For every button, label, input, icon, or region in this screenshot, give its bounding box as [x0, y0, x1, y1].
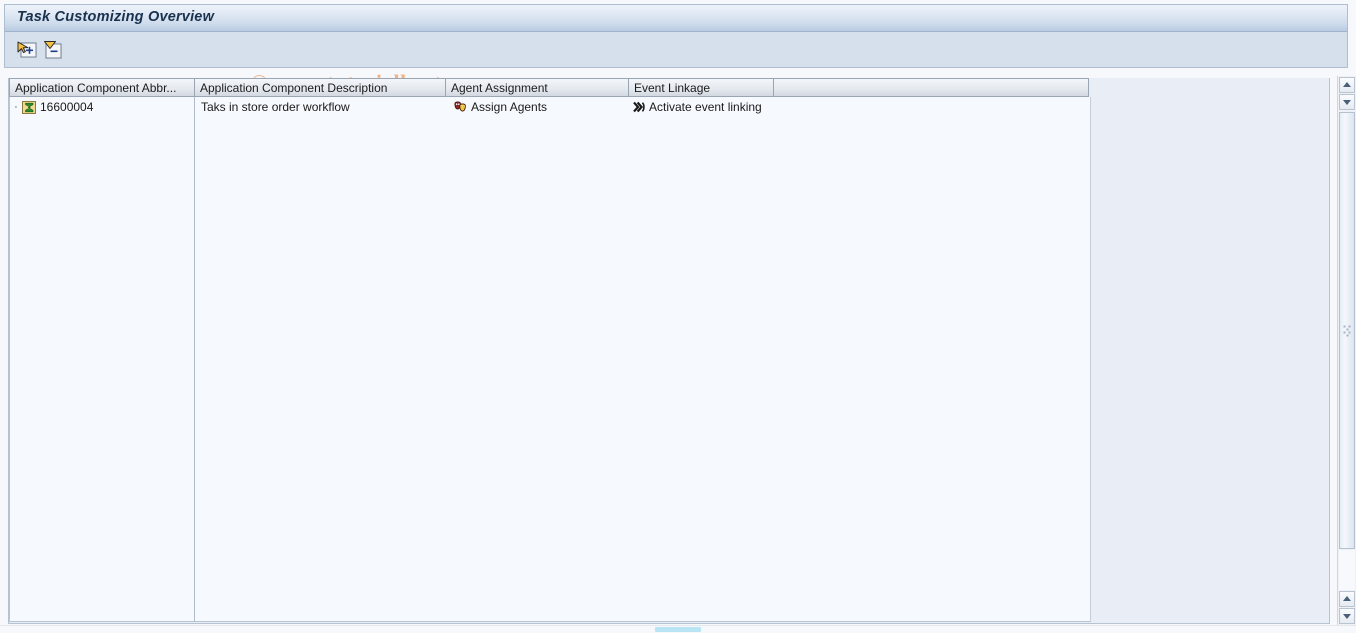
collapse-all-button[interactable]	[41, 38, 65, 62]
column-header-application-component-abbr[interactable]: Application Component Abbr...	[9, 78, 195, 97]
cell-event-linkage-text: Activate event linking	[649, 100, 762, 114]
cell-component-desc-text: Taks in store order workflow	[201, 100, 350, 114]
cell-component-abbr-text: 16600004	[40, 100, 94, 114]
horizontal-scroll-indicator[interactable]	[655, 627, 701, 632]
table-row[interactable]: · 16600004 Taks in store order workflow	[10, 97, 1090, 117]
triangle-down-icon	[1343, 100, 1351, 105]
scroll-up-button-top[interactable]	[1339, 77, 1355, 93]
task-customizing-grid: Application Component Abbr... Applicatio…	[8, 78, 1330, 624]
tree-leaf-bullet: ·	[14, 101, 18, 113]
cell-agent-assignment-text: Assign Agents	[471, 100, 548, 114]
scroll-down-button-bottom[interactable]	[1339, 608, 1355, 624]
expand-all-icon	[17, 41, 37, 58]
application-toolbar: © www.tutorialkart.com	[4, 32, 1348, 95]
bottom-separator	[0, 625, 1356, 626]
event-linkage-icon	[632, 100, 646, 114]
grid-header-row: Application Component Abbr... Applicatio…	[9, 78, 1091, 97]
column-header-event-linkage[interactable]: Event Linkage	[628, 78, 774, 97]
grid-body: · 16600004 Taks in store order workflow	[9, 97, 1091, 622]
scrollbar-track-lower[interactable]	[1339, 550, 1355, 590]
sap-application-window: Task Customizing Overview © www.tutorial…	[0, 0, 1356, 633]
column-header-application-component-description[interactable]: Application Component Description	[194, 78, 446, 97]
cell-agent-assignment[interactable]: Assign Agents	[448, 97, 630, 117]
scroll-down-button-top[interactable]	[1339, 94, 1355, 110]
column-divider[interactable]	[194, 97, 195, 622]
expand-all-button[interactable]	[15, 38, 39, 62]
triangle-up-icon	[1343, 596, 1351, 601]
workflow-task-sigma-icon	[22, 100, 37, 115]
column-header-agent-assignment[interactable]: Agent Assignment	[445, 78, 629, 97]
triangle-down-icon	[1343, 614, 1351, 619]
page-title: Task Customizing Overview	[17, 9, 215, 25]
collapse-all-icon	[44, 41, 62, 59]
cell-application-component-abbr[interactable]: · 16600004	[10, 97, 195, 117]
cell-application-component-description[interactable]: Taks in store order workflow	[196, 97, 446, 117]
triangle-up-icon	[1343, 82, 1351, 87]
assign-agents-icon	[453, 100, 468, 115]
scrollbar-grip-icon	[1343, 325, 1351, 336]
cell-event-linkage[interactable]: Activate event linking	[628, 97, 928, 117]
scroll-up-button-bottom[interactable]	[1339, 591, 1355, 607]
window-title-bar: Task Customizing Overview	[4, 4, 1348, 32]
vertical-scrollbar[interactable]	[1337, 76, 1356, 626]
column-header-filler[interactable]	[773, 78, 1089, 97]
scrollbar-thumb[interactable]	[1339, 112, 1355, 549]
